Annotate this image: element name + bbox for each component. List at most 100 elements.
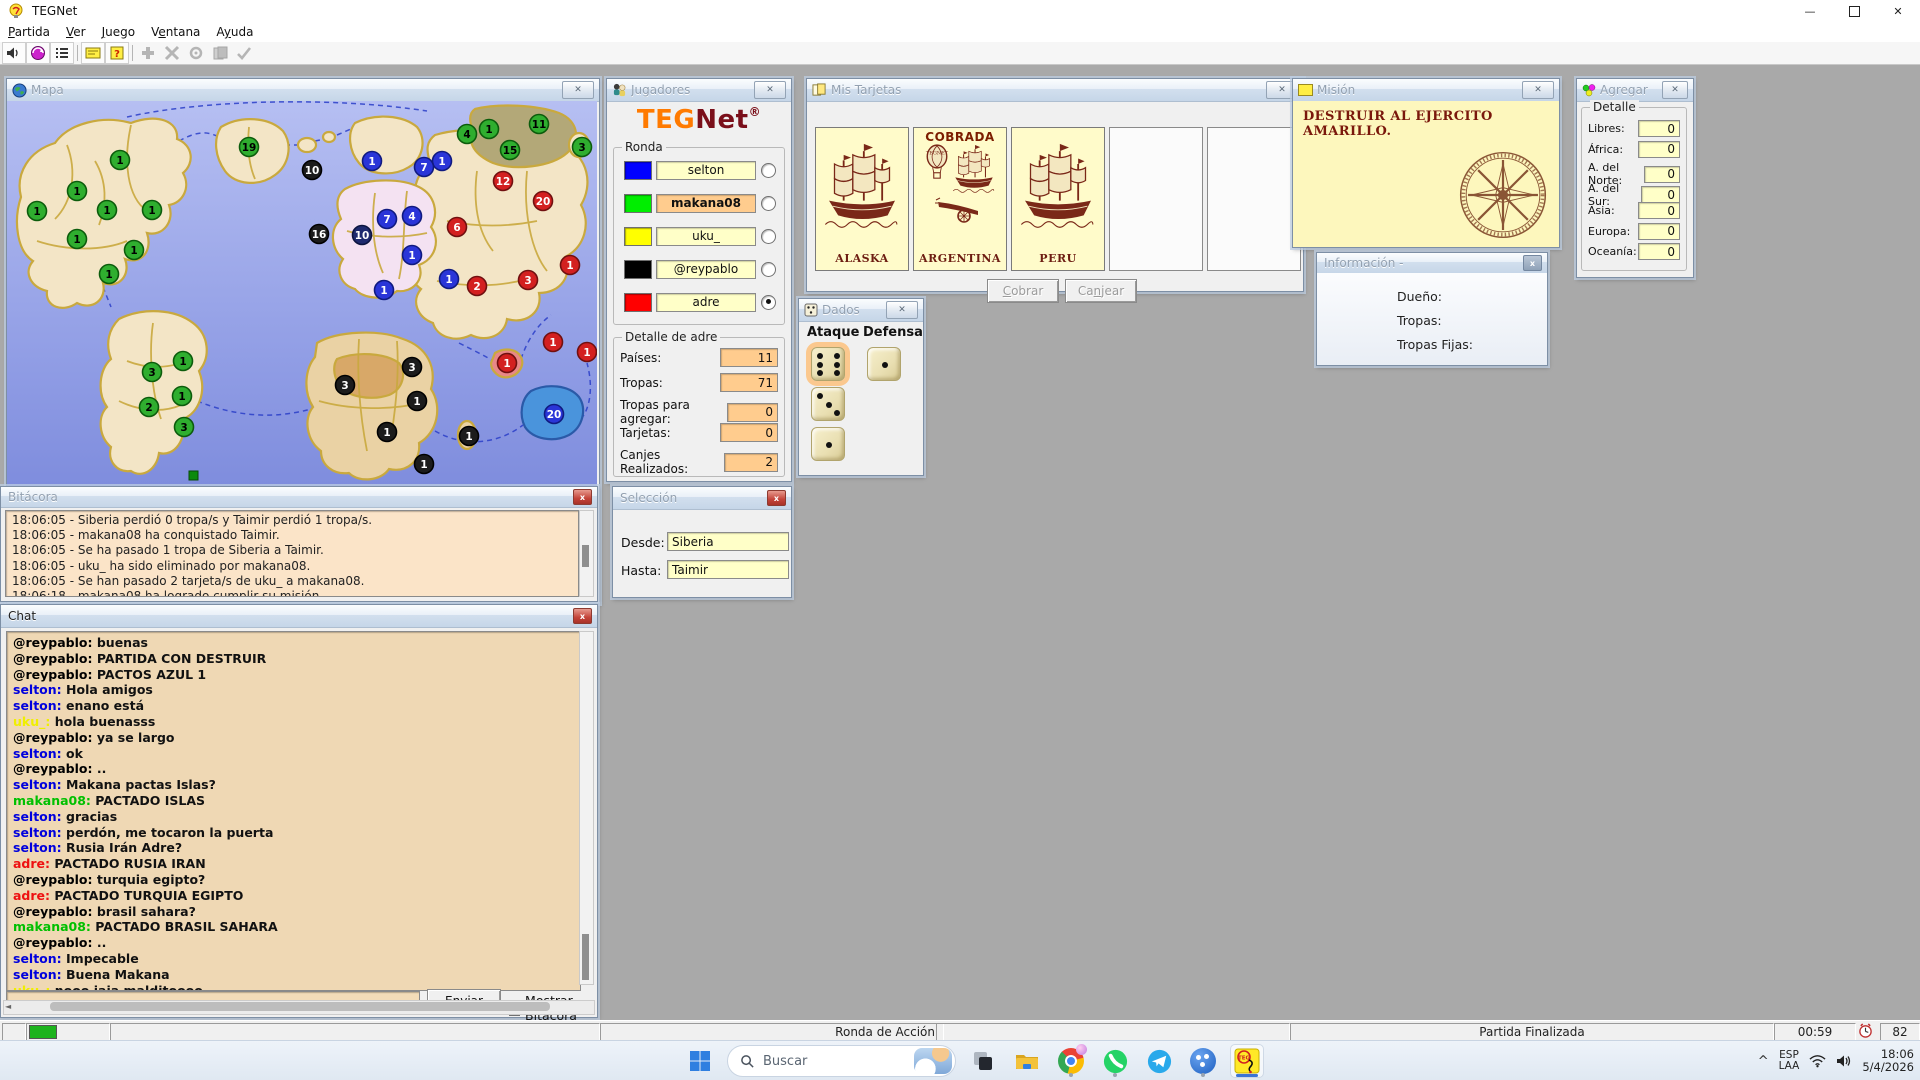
bitacora-titlebar[interactable]: Bitácora x (1, 487, 597, 508)
toolbar-world-icon[interactable] (26, 42, 50, 64)
start-button[interactable] (683, 1044, 717, 1078)
task-view-button[interactable] (966, 1044, 1000, 1078)
informacion-close-icon[interactable]: x (1523, 255, 1542, 271)
agregar-titlebar[interactable]: Agregar ✕ (1577, 79, 1693, 102)
menu-juego[interactable]: Juego (94, 23, 144, 41)
army-marker[interactable]: 1 (401, 244, 423, 266)
bitacora-scroll-thumb[interactable] (582, 545, 589, 567)
chat-scrollbar[interactable] (579, 631, 594, 985)
chat-close-icon[interactable]: x (573, 608, 592, 624)
tray-datetime[interactable]: 18:06 5/4/2026 (1862, 1048, 1914, 1074)
file-explorer-button[interactable] (1010, 1044, 1044, 1078)
toolbar-help-icon[interactable]: ? (105, 42, 129, 64)
army-marker[interactable]: 1 (431, 150, 453, 172)
taskbar-search[interactable]: Buscar (727, 1045, 956, 1077)
army-marker[interactable]: 6 (446, 216, 468, 238)
army-marker[interactable]: 1 (376, 421, 398, 443)
telegram-button[interactable] (1142, 1044, 1176, 1078)
chat-messages[interactable]: @reypablo: buenas @reypablo: PARTIDA CON … (6, 631, 581, 991)
army-marker[interactable]: 10 (301, 159, 323, 181)
menu-partida[interactable]: Partida (0, 23, 58, 41)
dados-titlebar[interactable]: Dados ✕ (799, 299, 923, 322)
toolbar-sound-icon[interactable] (2, 42, 26, 64)
army-marker[interactable]: 1 (361, 150, 383, 172)
army-marker[interactable]: 1 (542, 331, 564, 353)
army-marker[interactable]: 1 (66, 180, 88, 202)
card-alaska[interactable]: ALASKA (815, 127, 909, 271)
army-marker[interactable]: 1 (496, 352, 518, 374)
chat-hscroll-thumb[interactable] (50, 1002, 550, 1011)
army-marker[interactable]: 1 (123, 239, 145, 261)
close-button[interactable]: ✕ (1876, 0, 1920, 22)
chat-hscrollbar[interactable]: ◄ (3, 1000, 595, 1015)
bitacora-close-icon[interactable]: x (573, 489, 592, 505)
army-marker[interactable]: 1 (413, 453, 435, 475)
army-marker[interactable]: 7 (376, 208, 398, 230)
toolbar-list-icon[interactable] (50, 42, 74, 64)
army-marker[interactable]: 1 (438, 268, 460, 290)
mapa-close-icon[interactable]: ✕ (562, 81, 594, 99)
menu-ver[interactable]: Ver (58, 23, 94, 41)
army-marker[interactable]: 3 (401, 356, 423, 378)
army-marker[interactable]: 1 (559, 254, 581, 276)
hasta-field[interactable]: Taimir (667, 560, 789, 579)
army-marker[interactable]: 20 (543, 403, 565, 425)
army-marker[interactable]: 1 (171, 385, 193, 407)
mision-close-icon[interactable]: ✕ (1522, 81, 1554, 99)
seleccion-titlebar[interactable]: Selección x (613, 487, 791, 510)
maximize-button[interactable] (1832, 0, 1876, 22)
army-marker[interactable]: 1 (96, 199, 118, 221)
army-marker[interactable]: 1 (66, 228, 88, 250)
tarjetas-titlebar[interactable]: Mis Tarjetas ✕ (807, 79, 1303, 102)
army-marker[interactable]: 1 (373, 279, 395, 301)
army-marker[interactable]: 19 (238, 136, 260, 158)
mision-titlebar[interactable]: Misión ✕ (1293, 79, 1559, 102)
army-marker[interactable]: 4 (401, 205, 423, 227)
jugadores-close-icon[interactable]: ✕ (754, 81, 786, 99)
menu-ayuda[interactable]: Ayuda (208, 23, 261, 41)
army-marker[interactable]: 12 (492, 170, 514, 192)
minimize-button[interactable]: — (1788, 0, 1832, 22)
card-argentina[interactable]: COBRADA TEGNET ARGENTINA (913, 127, 1007, 271)
player-radio[interactable] (761, 195, 776, 211)
wifi-icon[interactable] (1809, 1054, 1826, 1068)
army-marker[interactable]: 2 (466, 275, 488, 297)
army-marker[interactable]: 1 (141, 199, 163, 221)
card-peru[interactable]: PERU (1011, 127, 1105, 271)
army-marker[interactable]: 1 (109, 149, 131, 171)
scroll-left-icon[interactable]: ◄ (5, 1002, 11, 1011)
informacion-titlebar[interactable]: Información - x (1317, 253, 1547, 274)
army-marker[interactable]: 3 (571, 136, 593, 158)
army-marker[interactable]: 3 (334, 374, 356, 396)
chat-scroll-thumb[interactable] (582, 934, 589, 980)
dados-close-icon[interactable]: ✕ (886, 301, 918, 319)
army-marker[interactable]: 1 (458, 425, 480, 447)
cobrar-button[interactable]: Cobrar (987, 279, 1059, 303)
army-marker[interactable]: 16 (308, 223, 330, 245)
jugadores-titlebar[interactable]: Jugadores ✕ (607, 79, 791, 102)
volume-icon[interactable] (1836, 1054, 1852, 1068)
mapa-titlebar[interactable]: Mapa ✕ (7, 79, 599, 102)
weather-widget[interactable] (914, 1048, 952, 1074)
army-marker[interactable]: 10 (351, 224, 373, 246)
desde-field[interactable]: Siberia (667, 532, 789, 551)
army-marker[interactable]: 3 (517, 269, 539, 291)
menu-ventana[interactable]: Ventana (143, 23, 208, 41)
canjear-button[interactable]: Ca n jear (1065, 279, 1137, 303)
whatsapp-button[interactable] (1098, 1044, 1132, 1078)
toolbar-note-icon[interactable] (81, 42, 105, 64)
army-marker[interactable]: 1 (478, 118, 500, 140)
chat-titlebar[interactable]: Chat x (1, 605, 597, 628)
army-marker[interactable]: 11 (528, 113, 550, 135)
player-radio[interactable] (761, 294, 776, 310)
agregar-close-icon[interactable]: ✕ (1662, 81, 1688, 99)
chrome-button[interactable] (1054, 1044, 1088, 1078)
army-marker[interactable]: 1 (98, 263, 120, 285)
army-marker[interactable]: 4 (456, 123, 478, 145)
player-radio[interactable] (761, 162, 776, 178)
seleccion-close-icon[interactable]: x (767, 490, 786, 506)
army-marker[interactable]: 15 (499, 139, 521, 161)
army-marker[interactable]: 20 (532, 190, 554, 212)
player-radio[interactable] (761, 228, 776, 244)
tegnet-taskbar-button[interactable]: TEG (1230, 1044, 1264, 1078)
